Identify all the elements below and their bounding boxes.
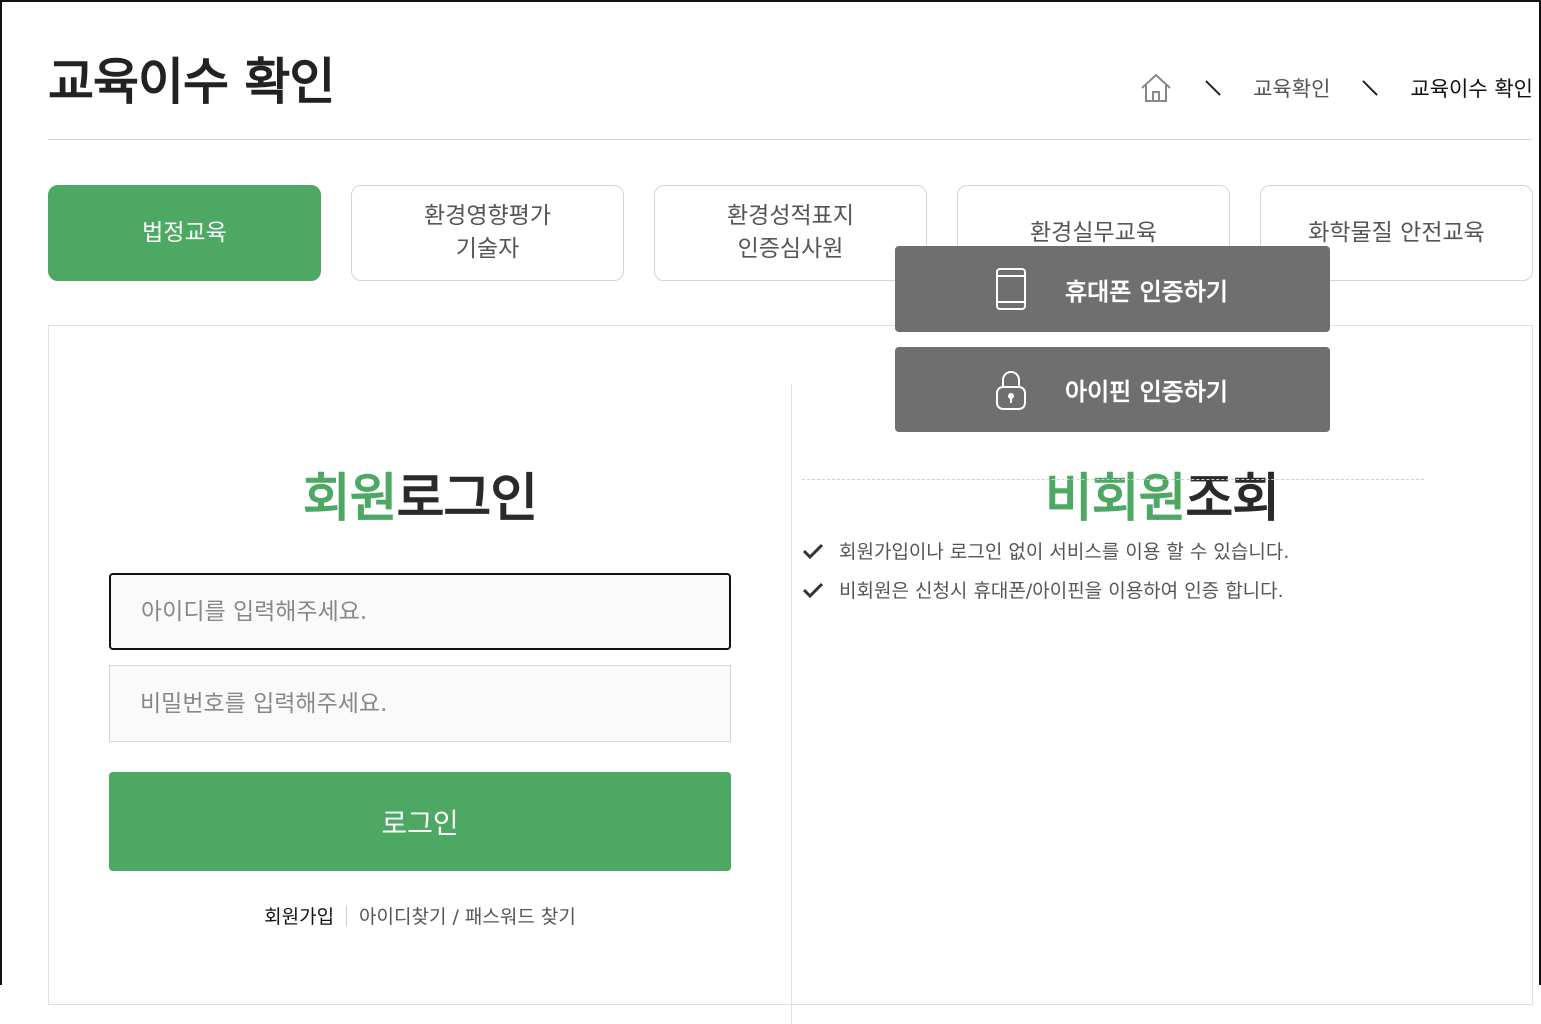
tab-legal-education[interactable]: 법정교육 <box>48 185 321 281</box>
guest-section-divider <box>802 479 1424 480</box>
breadcrumb-separator <box>1362 80 1379 96</box>
ipin-auth-label: 아이핀 인증하기 <box>1065 378 1228 406</box>
guest-notes: 회원가입이나 로그인 없이 서비스를 이용 할 수 있습니다. 비회원은 신청시… <box>802 531 1289 609</box>
guest-note-text: 회원가입이나 로그인 없이 서비스를 이용 할 수 있습니다. <box>839 541 1290 563</box>
member-login-title: 회원로그인 <box>49 456 791 531</box>
phone-auth-label: 휴대폰 인증하기 <box>1065 277 1228 306</box>
guest-note-text: 비회원은 신청시 휴대폰/아이핀을 이용하여 인증 합니다. <box>839 580 1284 602</box>
tab-epd-auditor[interactable]: 환경성적표지 인증심사원 <box>654 185 927 281</box>
guest-lookup-title-accent: 비회원 <box>1044 469 1187 529</box>
guest-note: 비회원은 신청시 휴대폰/아이핀을 이용하여 인증 합니다. <box>802 570 1289 609</box>
member-login-title-accent: 회원 <box>302 469 398 529</box>
breadcrumb-item-current: 교육이수 확인 <box>1410 77 1533 101</box>
link-separator <box>346 905 348 926</box>
check-icon <box>802 542 824 560</box>
ipin-auth-button[interactable]: 아이핀 인증하기 <box>895 347 1330 432</box>
page-title: 교육이수 확인 <box>48 53 335 111</box>
phone-auth-button[interactable]: 휴대폰 인증하기 <box>895 246 1330 332</box>
member-login-title-rest: 로그인 <box>396 469 539 529</box>
guest-lookup-title: 비회원조회 <box>791 456 1533 531</box>
guest-note: 회원가입이나 로그인 없이 서비스를 이용 할 수 있습니다. <box>802 531 1289 570</box>
breadcrumb-separator <box>1205 80 1221 96</box>
id-input[interactable] <box>109 573 731 650</box>
check-icon <box>802 581 824 599</box>
tab-eia-engineer[interactable]: 환경영향평가 기술자 <box>351 185 624 281</box>
password-input[interactable] <box>109 665 731 742</box>
account-links: 회원가입 아이디찾기 / 패스워드 찾기 <box>49 902 791 929</box>
breadcrumb-item-education-check[interactable]: 교육확인 <box>1253 73 1330 103</box>
breadcrumb: 교육확인 교육이수 확인 <box>1139 68 1533 108</box>
guest-lookup-title-rest: 조회 <box>1185 469 1280 529</box>
find-account-link[interactable]: 아이디찾기 / 패스워드 찾기 <box>359 902 576 929</box>
mobile-phone-icon <box>995 267 1027 311</box>
padlock-icon <box>995 369 1027 411</box>
home-icon[interactable] <box>1139 71 1173 105</box>
login-button[interactable]: 로그인 <box>109 772 731 871</box>
join-link[interactable]: 회원가입 <box>264 902 334 929</box>
header-divider <box>48 139 1532 140</box>
